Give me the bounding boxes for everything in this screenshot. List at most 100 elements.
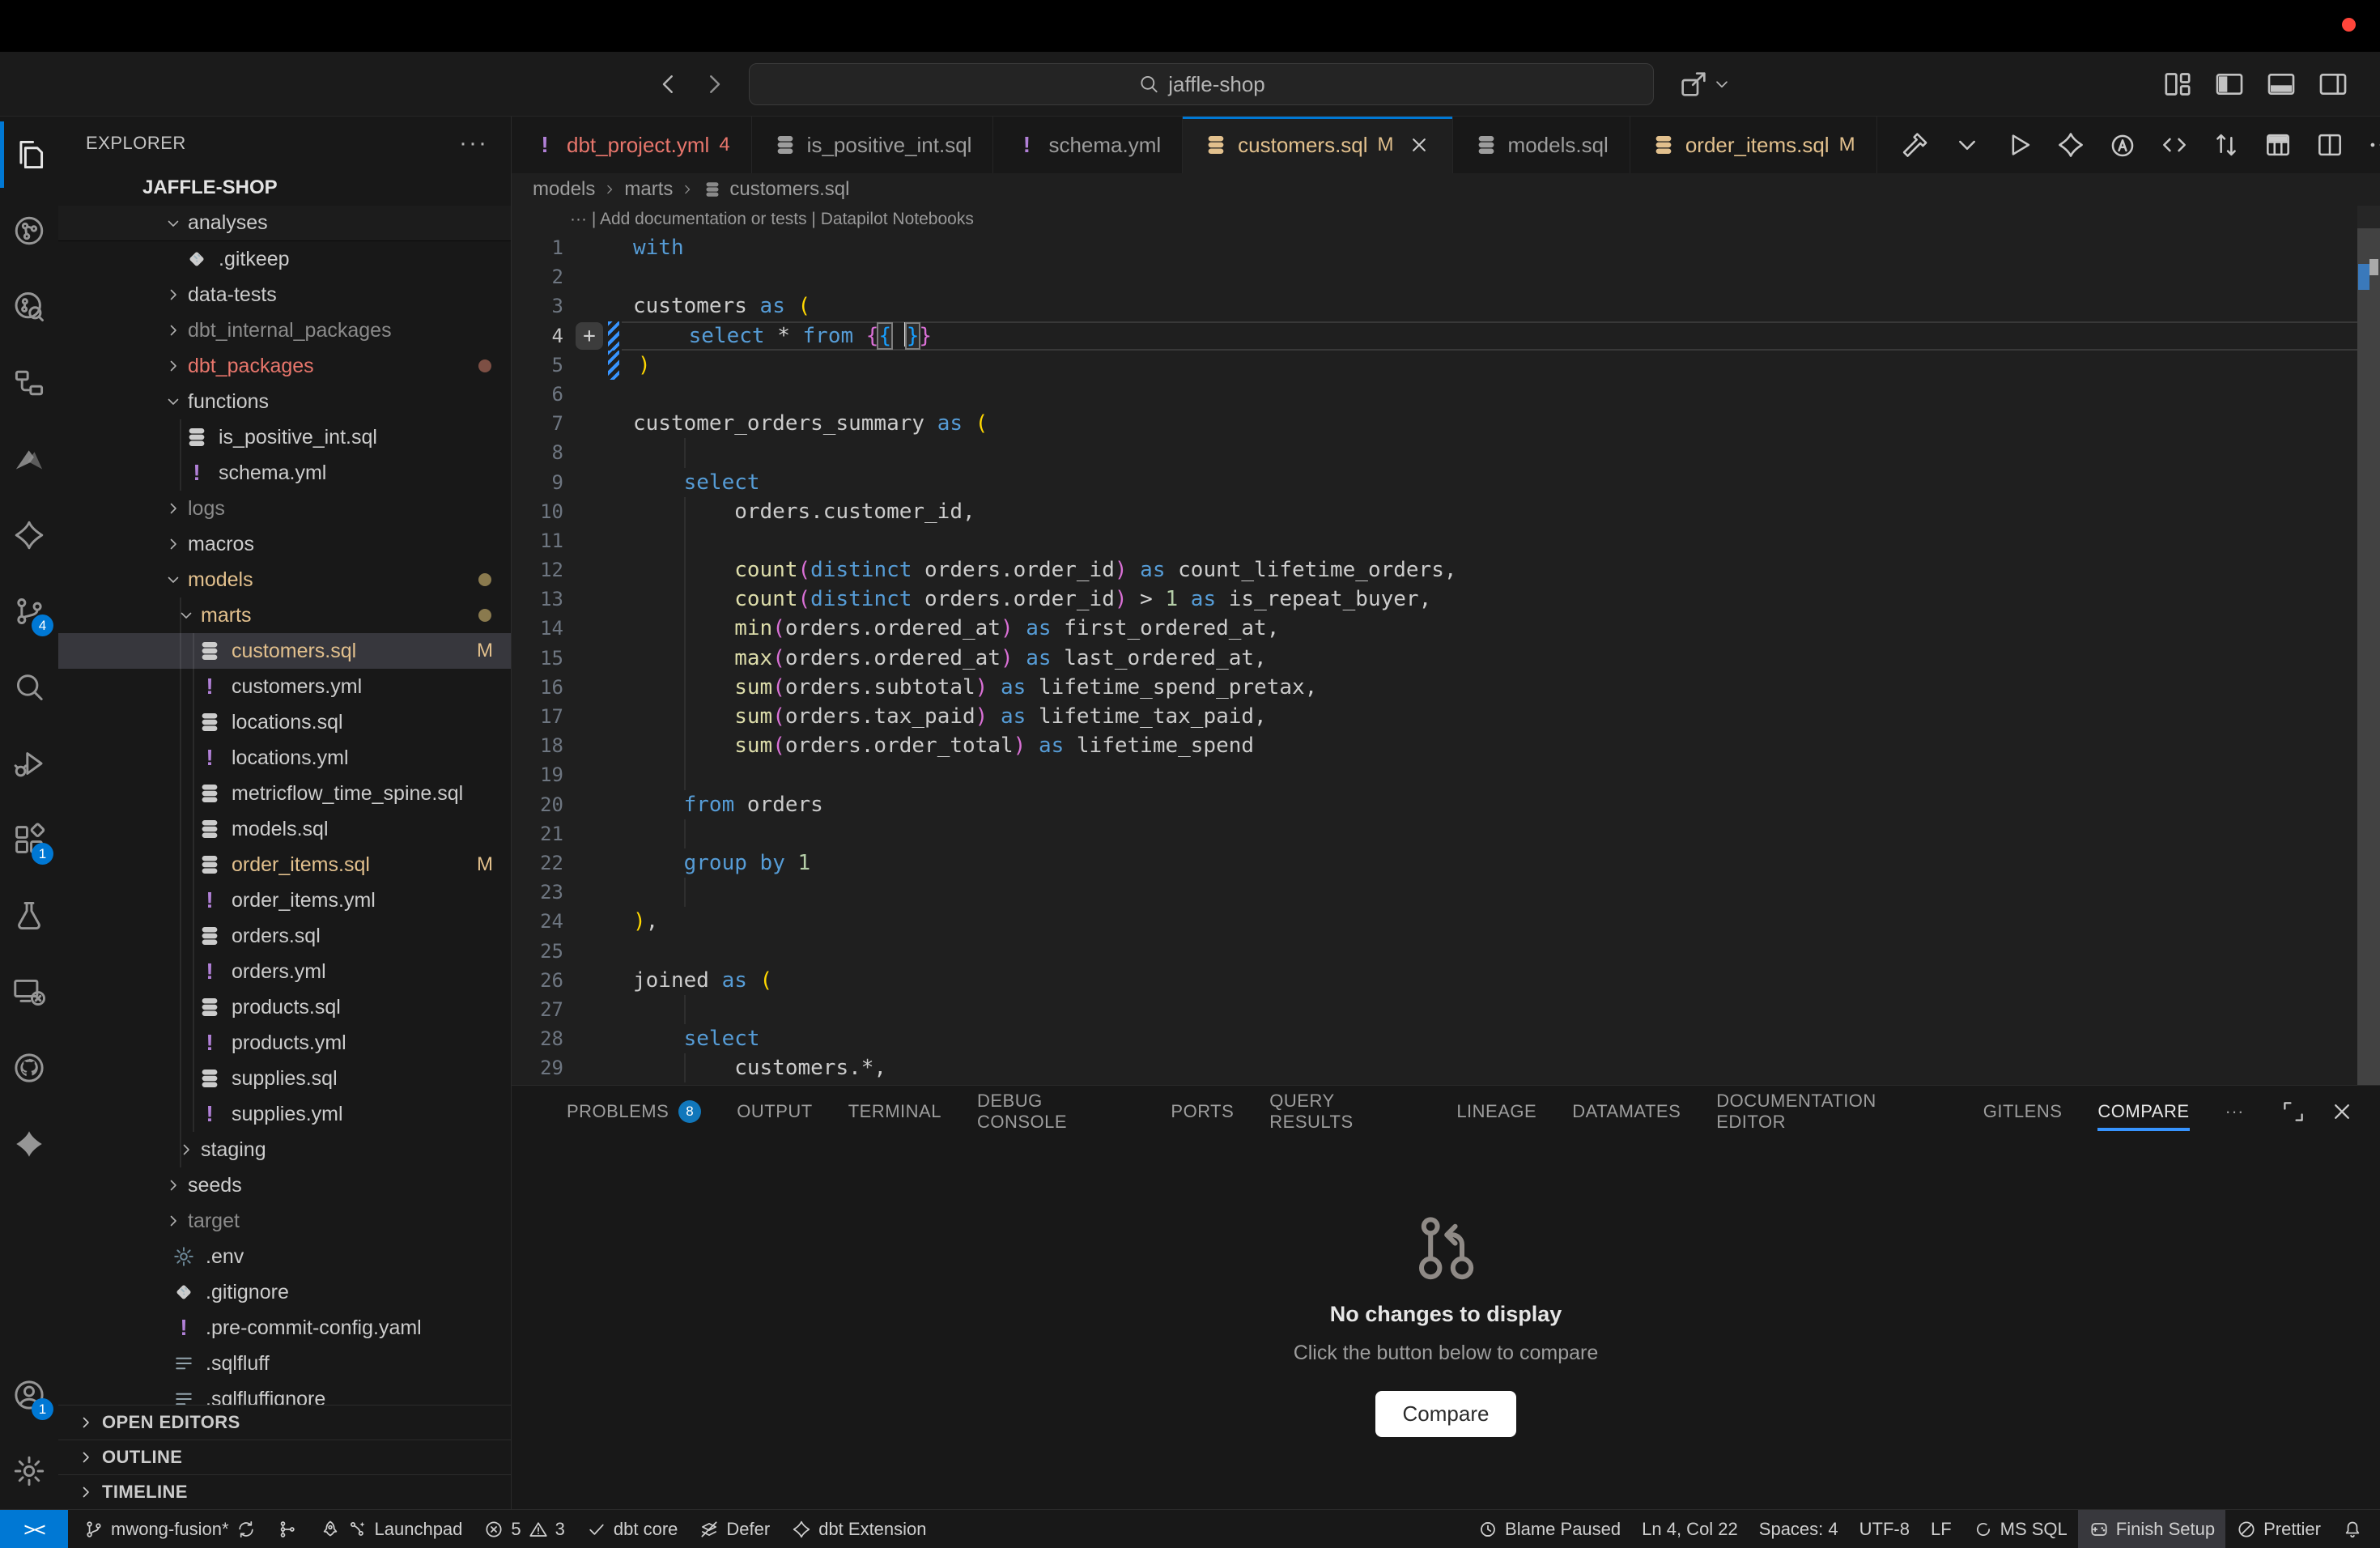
statusbar-defer-status[interactable]: Defer xyxy=(688,1510,780,1548)
tab-schema.yml[interactable]: !schema.yml xyxy=(993,117,1183,173)
tree-item-.gitignore[interactable]: .gitignore xyxy=(58,1274,511,1310)
panel-tab-query-results[interactable]: QUERY RESULTS xyxy=(1269,1086,1421,1138)
statusbar-prettier-status[interactable]: Prettier xyxy=(2225,1510,2331,1548)
tree-item-dbt-packages[interactable]: dbt_packages xyxy=(58,348,511,384)
tree-item-locations.sql[interactable]: locations.sql xyxy=(58,704,511,740)
statusbar-blame-status[interactable]: Blame Paused xyxy=(1467,1510,1631,1548)
toggle-primary-sidebar-icon[interactable] xyxy=(2213,68,2246,100)
tree-item-order-items.sql[interactable]: order_items.sqlM xyxy=(58,847,511,882)
share-icon[interactable] xyxy=(1677,68,1710,100)
tree-item-models[interactable]: models xyxy=(58,562,511,598)
tab-order-items.sql[interactable]: order_items.sqlM xyxy=(1630,117,1877,173)
editor-scrollbar[interactable] xyxy=(2357,206,2380,1085)
breadcrumb-item[interactable]: marts xyxy=(624,178,673,201)
panel-tab-compare[interactable]: COMPARE xyxy=(2097,1086,2189,1138)
activitybar-item-search[interactable] xyxy=(0,649,58,725)
panel-tab-documentation-editor[interactable]: DOCUMENTATION EDITOR xyxy=(1716,1086,1948,1138)
sidebar-section-outline[interactable]: OUTLINE xyxy=(58,1440,511,1474)
remote-indicator[interactable]: >< xyxy=(0,1510,68,1548)
activitybar-item-dbt-actions[interactable] xyxy=(0,1106,58,1182)
tree-item-logs[interactable]: logs xyxy=(58,491,511,526)
statusbar-problems-status[interactable]: 53 xyxy=(473,1510,576,1548)
compare-button[interactable]: Compare xyxy=(1375,1391,1517,1437)
query-results-button[interactable] xyxy=(2263,130,2293,160)
tree-item-supplies.sql[interactable]: supplies.sql xyxy=(58,1061,511,1096)
breadcrumb-item[interactable]: customers.sql xyxy=(729,178,849,201)
tree-root-folder[interactable]: JAFFLE-SHOP xyxy=(58,170,511,206)
statusbar-git-branch-status[interactable]: mwong-fusion* xyxy=(73,1510,267,1548)
activitybar-item-extensions[interactable]: 1 xyxy=(0,802,58,878)
statusbar-encoding[interactable]: UTF-8 xyxy=(1849,1510,1920,1548)
activitybar-item-model-graph[interactable] xyxy=(0,345,58,421)
close-panel-icon[interactable] xyxy=(2328,1098,2356,1125)
close-icon[interactable] xyxy=(1407,133,1431,157)
navigate-back-icon[interactable] xyxy=(654,70,683,99)
tab-models.sql[interactable]: models.sql xyxy=(1453,117,1630,173)
panel-tab-datamates[interactable]: DATAMATES xyxy=(1572,1086,1681,1138)
tree-item-data-tests[interactable]: data-tests xyxy=(58,277,511,313)
split-editor-button[interactable] xyxy=(2314,130,2345,160)
share-button[interactable] xyxy=(1677,66,1732,102)
maximize-panel-icon[interactable] xyxy=(2280,1098,2307,1125)
tree-item-staging[interactable]: staging xyxy=(58,1132,511,1167)
more-actions-button[interactable] xyxy=(2366,130,2380,160)
tab-dbt-project.yml[interactable]: !dbt_project.yml4 xyxy=(512,117,752,173)
tree-item-order-items.yml[interactable]: !order_items.yml xyxy=(58,882,511,918)
activitybar-item-dbt-power-user[interactable] xyxy=(0,497,58,573)
tree-item-analyses[interactable]: analyses xyxy=(58,206,511,241)
tree-item-supplies.yml[interactable]: !supplies.yml xyxy=(58,1096,511,1132)
toggle-secondary-sidebar-icon[interactable] xyxy=(2317,68,2349,100)
tree-item-target[interactable]: target xyxy=(58,1203,511,1239)
tree-item-metricflow-time-spine.sql[interactable]: metricflow_time_spine.sql xyxy=(58,776,511,811)
codelens-actions[interactable]: ··· | Add documentation or tests | Datap… xyxy=(512,206,2380,233)
activitybar-item-dbt-query-analysis[interactable] xyxy=(0,269,58,345)
tree-item-schema.yml[interactable]: !schema.yml xyxy=(58,455,511,491)
tree-item-.env[interactable]: .env xyxy=(58,1239,511,1274)
dbt-power-user-button[interactable] xyxy=(2055,130,2086,160)
tree-item-orders.sql[interactable]: orders.sql xyxy=(58,918,511,954)
tree-item-.sqlfluffignore[interactable]: .sqlfluffignore xyxy=(58,1381,511,1405)
compiled-code-button[interactable] xyxy=(2159,130,2190,160)
git-compare-button[interactable] xyxy=(2211,130,2242,160)
statusbar-git-graph-status[interactable] xyxy=(267,1510,309,1548)
statusbar-launchpad-status[interactable]: Launchpad xyxy=(309,1510,474,1548)
datapilot-preview-button[interactable] xyxy=(2107,130,2138,160)
activitybar-item-source-control[interactable]: 4 xyxy=(0,573,58,649)
activitybar-item-settings[interactable] xyxy=(0,1433,58,1509)
activitybar-item-remote-explorer[interactable] xyxy=(0,954,58,1030)
panel-tab-ports[interactable]: PORTS xyxy=(1171,1086,1234,1138)
activitybar-item-run-and-debug[interactable] xyxy=(0,725,58,802)
tree-item-.pre-commit-config.yaml[interactable]: !.pre-commit-config.yaml xyxy=(58,1310,511,1346)
statusbar-eol[interactable]: LF xyxy=(1920,1510,1962,1548)
command-center-search[interactable]: jaffle-shop xyxy=(749,63,1654,105)
sidebar-section-timeline[interactable]: TIMELINE xyxy=(58,1474,511,1509)
breadcrumb-item[interactable]: models xyxy=(533,178,595,201)
build-dropdown-chevron[interactable] xyxy=(1952,130,1983,160)
toggle-panel-icon[interactable] xyxy=(2265,68,2297,100)
statusbar-finish-setup[interactable]: Finish Setup xyxy=(2078,1510,2225,1548)
tree-item-products.sql[interactable]: products.sql xyxy=(58,989,511,1025)
tree-item-functions[interactable]: functions xyxy=(58,384,511,419)
sidebar-section-open-editors[interactable]: OPEN EDITORS xyxy=(58,1405,511,1440)
tree-item-.gitkeep[interactable]: .gitkeep xyxy=(58,241,511,277)
statusbar-dbt-extension-status[interactable]: dbt Extension xyxy=(780,1510,937,1548)
statusbar-notifications[interactable] xyxy=(2331,1510,2374,1548)
scrollbar-thumb[interactable] xyxy=(2357,228,2380,1085)
panel-tab-problems[interactable]: PROBLEMS8 xyxy=(567,1086,701,1138)
tree-item-customers.sql[interactable]: customers.sqlM xyxy=(58,633,511,669)
tab-is-positive-int.sql[interactable]: is_positive_int.sql xyxy=(752,117,994,173)
statusbar-dbt-core-status[interactable]: dbt core xyxy=(576,1510,689,1548)
activitybar-item-accounts[interactable]: 1 xyxy=(0,1357,58,1433)
share-chevron-icon[interactable] xyxy=(1711,74,1732,95)
tab-customers.sql[interactable]: customers.sqlM xyxy=(1183,117,1452,173)
tree-item-products.yml[interactable]: !products.yml xyxy=(58,1025,511,1061)
tree-item-.sqlfluff[interactable]: .sqlfluff xyxy=(58,1346,511,1381)
panel-tab-debug-console[interactable]: DEBUG CONSOLE xyxy=(977,1086,1135,1138)
panel-tab-gitlens[interactable]: GITLENS xyxy=(1983,1086,2063,1138)
dbt-build-button[interactable] xyxy=(1900,130,1931,160)
panel-tab--[interactable]: ··· xyxy=(2225,1086,2244,1138)
panel-tab-terminal[interactable]: TERMINAL xyxy=(848,1086,941,1138)
tree-item-macros[interactable]: macros xyxy=(58,526,511,562)
panel-tab-output[interactable]: OUTPUT xyxy=(737,1086,812,1138)
customize-layout-icon[interactable] xyxy=(2161,68,2194,100)
